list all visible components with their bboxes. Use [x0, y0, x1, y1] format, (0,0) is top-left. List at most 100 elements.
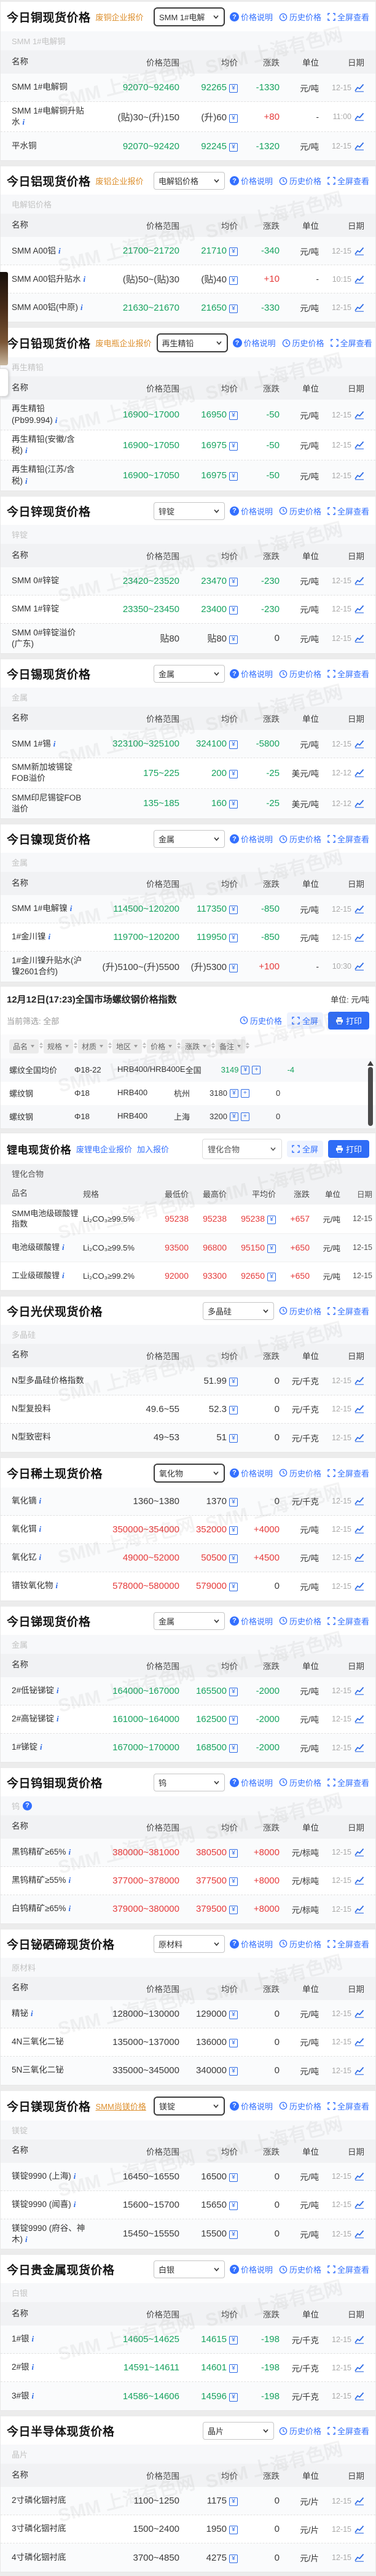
- info-icon[interactable]: i: [31, 2009, 33, 2018]
- info-icon[interactable]: i: [49, 932, 51, 941]
- history-action[interactable]: 历史价格: [279, 1615, 321, 1627]
- yen-detail-icon[interactable]: ¥: [229, 276, 238, 285]
- yen-detail-icon[interactable]: ¥: [267, 1216, 276, 1224]
- fullscreen-action[interactable]: 全屏查看: [327, 1305, 369, 1317]
- yen-detail-icon[interactable]: ¥: [229, 1849, 238, 1858]
- info-icon[interactable]: i: [68, 1847, 71, 1856]
- info-icon[interactable]: i: [53, 739, 56, 748]
- history-chart-icon[interactable]: [354, 1848, 364, 1856]
- history-action[interactable]: 历史价格: [279, 1777, 321, 1788]
- info-icon[interactable]: i: [39, 1496, 42, 1505]
- info-icon[interactable]: i: [74, 2200, 76, 2209]
- yen-detail-icon[interactable]: ¥: [229, 770, 238, 778]
- filter-chip[interactable]: 涨跌: [181, 1039, 211, 1053]
- info-icon[interactable]: i: [68, 1904, 71, 1913]
- help-action[interactable]: ?价格说明: [230, 1938, 273, 1950]
- help-action[interactable]: ?价格说明: [230, 1615, 273, 1627]
- fullscreen-action[interactable]: 全屏查看: [327, 1938, 369, 1950]
- category-select[interactable]: 白银: [154, 2260, 225, 2278]
- history-action[interactable]: 历史价格: [279, 11, 321, 23]
- history-chart-icon[interactable]: [354, 1876, 364, 1885]
- info-icon[interactable]: i: [57, 1714, 59, 1723]
- category-select[interactable]: SMM 1#电解: [154, 7, 225, 26]
- category-select[interactable]: 氧化物: [154, 1464, 225, 1483]
- fullscreen-action[interactable]: 全屏查看: [327, 1777, 369, 1788]
- info-icon[interactable]: i: [57, 1686, 59, 1695]
- yen-detail-icon[interactable]: ¥: [229, 2526, 238, 2534]
- history-action[interactable]: 历史价格: [279, 2425, 321, 2437]
- category-select[interactable]: 再生精铅: [157, 333, 228, 352]
- history-chart-icon[interactable]: [354, 2230, 364, 2238]
- history-chart-icon[interactable]: [354, 1376, 364, 1385]
- fullscreen-action[interactable]: 全屏查看: [327, 505, 369, 517]
- history-chart-icon[interactable]: [354, 576, 364, 585]
- print-button[interactable]: 打印: [328, 1140, 369, 1158]
- print-button[interactable]: 打印: [328, 1012, 369, 1030]
- yen-detail-icon[interactable]: ¥: [229, 2497, 238, 2506]
- yen-detail-icon[interactable]: ¥: [241, 1066, 249, 1074]
- filter-chip[interactable]: 备注: [216, 1039, 245, 1053]
- info-icon[interactable]: i: [32, 2391, 34, 2400]
- yen-detail-icon[interactable]: ¥: [229, 906, 238, 914]
- yen-detail-icon[interactable]: ¥: [229, 1526, 238, 1535]
- category-select[interactable]: 电解铝价格: [154, 172, 225, 190]
- history-chart-icon[interactable]: [354, 1525, 364, 1534]
- filter-chip[interactable]: 材质: [78, 1039, 108, 1053]
- yen-detail-icon[interactable]: ¥: [229, 1906, 238, 1914]
- fullscreen-action[interactable]: 全屏查看: [327, 1467, 369, 1479]
- section-link[interactable]: 废铜企业报价: [96, 11, 144, 23]
- history-chart-icon[interactable]: [354, 1686, 364, 1695]
- history-action[interactable]: 历史价格: [240, 1015, 282, 1026]
- history-chart-icon[interactable]: [354, 799, 364, 808]
- section-link[interactable]: 废铝企业报价: [96, 175, 144, 187]
- yen-detail-icon[interactable]: ¥: [229, 2011, 238, 2019]
- yen-detail-icon[interactable]: ¥: [229, 2230, 238, 2239]
- yen-detail-icon[interactable]: ¥: [229, 1434, 238, 1443]
- info-icon[interactable]: i: [32, 2362, 34, 2372]
- filter-chip[interactable]: 规格: [44, 1039, 73, 1053]
- yen-detail-icon[interactable]: ¥: [229, 740, 238, 749]
- history-chart-icon[interactable]: [354, 962, 364, 971]
- history-chart-icon[interactable]: [354, 1715, 364, 1723]
- yen-detail-icon[interactable]: ¥: [229, 143, 238, 152]
- yen-detail-icon[interactable]: ¥: [230, 1112, 238, 1121]
- info-icon[interactable]: i: [84, 274, 86, 284]
- history-chart-icon[interactable]: [354, 905, 364, 914]
- category-select[interactable]: 锌锭: [154, 502, 225, 520]
- history-chart-icon[interactable]: [354, 1905, 364, 1914]
- yen-detail-icon[interactable]: ¥: [229, 2393, 238, 2402]
- help-action[interactable]: ?价格说明: [230, 2264, 273, 2275]
- yen-detail-icon[interactable]: ¥: [230, 1089, 238, 1098]
- yen-detail-icon[interactable]: ¥: [229, 305, 238, 313]
- yen-detail-icon[interactable]: ¥: [229, 934, 238, 942]
- yen-detail-icon[interactable]: ¥: [229, 1744, 238, 1753]
- info-icon[interactable]: i: [62, 1243, 65, 1252]
- yen-detail-icon[interactable]: ¥: [229, 578, 238, 586]
- yen-detail-icon[interactable]: ¥: [229, 2039, 238, 2047]
- history-action[interactable]: 历史价格: [279, 505, 321, 517]
- yen-detail-icon[interactable]: ¥: [229, 635, 238, 644]
- history-chart-icon[interactable]: [354, 769, 364, 777]
- history-chart-icon[interactable]: [354, 605, 364, 613]
- history-chart-icon[interactable]: [354, 2335, 364, 2344]
- info-icon[interactable]: i: [74, 2171, 76, 2181]
- category-select[interactable]: 晶片: [203, 2422, 274, 2440]
- section-link[interactable]: 废锂电企业报价: [76, 1143, 132, 1155]
- category-select[interactable]: 金属: [154, 665, 225, 683]
- yen-detail-icon[interactable]: ¥: [229, 2202, 238, 2210]
- yen-detail-icon[interactable]: ¥: [267, 1244, 276, 1253]
- help-action[interactable]: ?价格说明: [230, 505, 273, 517]
- yen-detail-icon[interactable]: ¥: [229, 1378, 238, 1386]
- history-chart-icon[interactable]: [354, 1433, 364, 1442]
- history-action[interactable]: 历史价格: [279, 1938, 321, 1950]
- history-chart-icon[interactable]: [354, 303, 364, 312]
- history-chart-icon[interactable]: [354, 740, 364, 748]
- help-action[interactable]: ?价格说明: [230, 2100, 273, 2112]
- category-select[interactable]: 金属: [154, 1612, 225, 1630]
- history-chart-icon[interactable]: [354, 112, 364, 121]
- history-chart-icon[interactable]: [354, 471, 364, 480]
- history-chart-icon[interactable]: [354, 2364, 364, 2372]
- history-action[interactable]: 历史价格: [279, 175, 321, 187]
- fullscreen-action[interactable]: 全屏查看: [327, 1615, 369, 1627]
- info-icon[interactable]: i: [40, 1742, 42, 1752]
